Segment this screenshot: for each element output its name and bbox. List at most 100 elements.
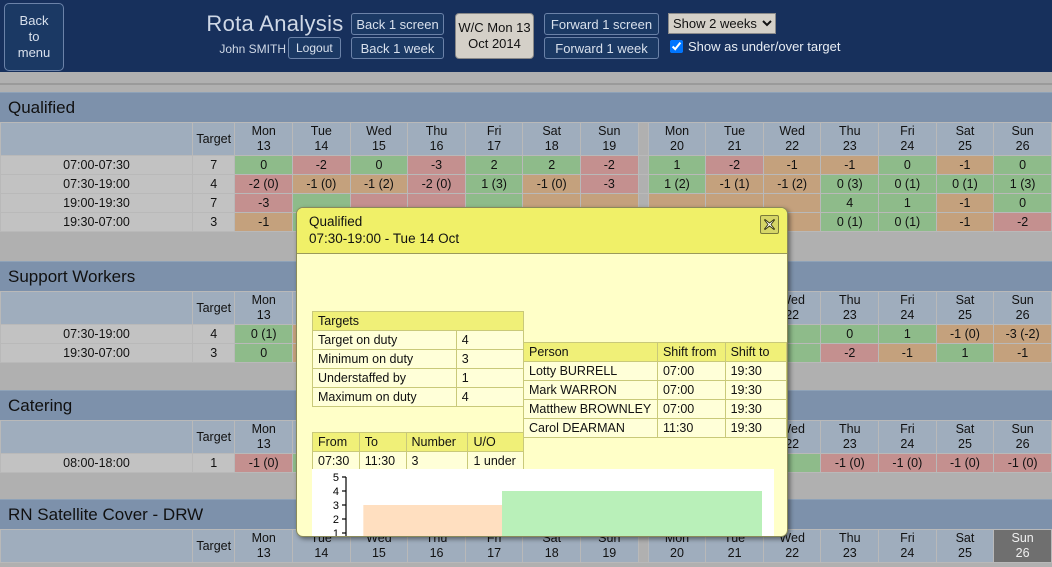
- rota-cell[interactable]: -1: [878, 343, 937, 363]
- rota-cell[interactable]: -1: [762, 155, 822, 175]
- back-1-screen-button[interactable]: Back 1 screen: [351, 13, 444, 35]
- under-over-target-label[interactable]: Show as under/over target: [688, 39, 840, 54]
- day-column-header-sat-25[interactable]: Sat 25: [935, 420, 995, 454]
- rota-cell[interactable]: 1: [647, 155, 707, 175]
- day-column-header-thu-16[interactable]: Thu16: [407, 122, 466, 156]
- rota-cell[interactable]: 0: [993, 193, 1052, 213]
- rota-cell[interactable]: 0: [820, 324, 880, 344]
- day-column-header-thu-23[interactable]: Thu 23: [820, 291, 880, 325]
- rota-cell[interactable]: -3: [234, 193, 294, 213]
- target-value: 3: [191, 343, 236, 363]
- rota-cell[interactable]: 0: [234, 343, 294, 363]
- rota-cell[interactable]: -1 (2): [762, 174, 822, 194]
- rota-cell[interactable]: -1 (0): [935, 324, 995, 344]
- time-range-label: 07:30-19:00: [0, 174, 193, 194]
- rota-cell[interactable]: -1: [820, 155, 880, 175]
- day-column-header-fri-24[interactable]: Fri 24: [878, 529, 937, 563]
- rota-cell[interactable]: 4: [820, 193, 880, 213]
- close-icon[interactable]: [760, 215, 779, 234]
- rota-cell[interactable]: 0 (1): [234, 324, 294, 344]
- under-over-target-toggle[interactable]: Show as under/over target: [670, 39, 840, 54]
- rota-cell[interactable]: 1 (2): [647, 174, 707, 194]
- forward-1-screen-button[interactable]: Forward 1 screen: [544, 13, 659, 35]
- targets-table: Targets Target on duty 4 Minimum on duty 3 Un…: [312, 311, 525, 407]
- rota-cell[interactable]: -2: [292, 155, 351, 175]
- day-column-header-tue-14[interactable]: Tue14: [292, 122, 351, 156]
- time-range-label: 19:30-07:00: [0, 212, 193, 232]
- forward-1-week-button[interactable]: Forward 1 week: [544, 37, 659, 59]
- rota-cell[interactable]: -2 (0): [234, 174, 294, 194]
- day-column-header-mon-13[interactable]: Mon 13: [234, 420, 294, 454]
- rota-cell[interactable]: 0: [993, 155, 1052, 175]
- day-column-header-sat-25[interactable]: Sat 25: [935, 529, 995, 563]
- rota-cell[interactable]: -2: [820, 343, 880, 363]
- rota-cell[interactable]: -2: [993, 212, 1052, 232]
- rota-cell[interactable]: -1 (0): [993, 453, 1052, 473]
- rota-cell[interactable]: -2: [705, 155, 764, 175]
- targets-row: Minimum on duty 3: [312, 349, 525, 369]
- day-column-header-wed-22[interactable]: Wed 22: [762, 122, 822, 156]
- day-column-header-sat-25[interactable]: Sat 25: [935, 291, 995, 325]
- day-column-header-mon-13[interactable]: Mon 13: [234, 291, 294, 325]
- rota-cell[interactable]: -1 (0): [522, 174, 581, 194]
- rota-cell[interactable]: 2: [522, 155, 581, 175]
- rota-cell[interactable]: -1 (2): [349, 174, 409, 194]
- rota-cell[interactable]: -2: [580, 155, 639, 175]
- rota-cell[interactable]: 0: [878, 155, 937, 175]
- rota-cell[interactable]: 0 (1): [820, 212, 880, 232]
- rota-cell[interactable]: -3 (-2): [993, 324, 1052, 344]
- day-column-header-mon-20[interactable]: Mon20: [647, 122, 707, 156]
- rota-cell[interactable]: -1: [935, 155, 995, 175]
- rota-cell[interactable]: -1: [993, 343, 1052, 363]
- day-column-header-thu-23[interactable]: Thu 23: [820, 122, 880, 156]
- rota-cell[interactable]: -1 (0): [234, 453, 294, 473]
- rota-cell[interactable]: -1 (1): [705, 174, 764, 194]
- day-column-header-fri-24[interactable]: Fri 24: [878, 291, 937, 325]
- day-column-header-sun-26[interactable]: Sun 26: [993, 529, 1052, 563]
- day-column-header-sun-19[interactable]: Sun19: [580, 122, 639, 156]
- rota-cell[interactable]: -1 (0): [820, 453, 880, 473]
- rota-cell[interactable]: 1: [878, 324, 937, 344]
- rota-cell[interactable]: -3: [407, 155, 466, 175]
- rota-cell[interactable]: -1: [935, 193, 995, 213]
- back-1-week-button[interactable]: Back 1 week: [351, 37, 444, 59]
- rota-cell[interactable]: -1 (0): [292, 174, 351, 194]
- day-column-header-fri-17[interactable]: Fri17: [464, 122, 524, 156]
- day-column-header-mon-13[interactable]: Mon 13: [234, 122, 294, 156]
- day-column-header-sat-25[interactable]: Sat 25: [935, 122, 995, 156]
- rota-cell[interactable]: -2 (0): [407, 174, 466, 194]
- rota-cell[interactable]: 1: [878, 193, 937, 213]
- day-column-header-wed-15[interactable]: Wed15: [349, 122, 409, 156]
- back-to-menu-button[interactable]: Back to menu: [4, 3, 64, 71]
- rota-cell[interactable]: -1 (0): [935, 453, 995, 473]
- target-metric-label: Target on duty: [312, 330, 457, 350]
- day-column-header-fri-24[interactable]: Fri 24: [878, 122, 937, 156]
- day-column-header-thu-23[interactable]: Thu 23: [820, 420, 880, 454]
- under-over-target-checkbox[interactable]: [670, 40, 683, 53]
- rota-cell[interactable]: -1: [234, 212, 294, 232]
- day-column-header-sun-26[interactable]: Sun 26: [993, 122, 1052, 156]
- rota-cell[interactable]: -1 (0): [878, 453, 937, 473]
- rota-cell[interactable]: 0 (1): [878, 174, 937, 194]
- rota-cell[interactable]: -3: [580, 174, 639, 194]
- day-column-header-sun-26[interactable]: Sun 26: [993, 420, 1052, 454]
- logout-button[interactable]: Logout: [288, 37, 341, 59]
- rota-cell[interactable]: -1: [935, 212, 995, 232]
- rota-cell[interactable]: 1 (3): [993, 174, 1052, 194]
- day-column-header-sat-18[interactable]: Sat18: [522, 122, 581, 156]
- day-column-header-sun-26[interactable]: Sun 26: [993, 291, 1052, 325]
- rota-cell[interactable]: 0 (3): [820, 174, 880, 194]
- rota-cell[interactable]: 1 (3): [464, 174, 524, 194]
- rota-cell[interactable]: 2: [464, 155, 524, 175]
- weeks-to-show-select[interactable]: Show 1 weekShow 2 weeksShow 4 weeks: [668, 13, 776, 34]
- rota-cell[interactable]: 1: [935, 343, 995, 363]
- rota-cell[interactable]: 0: [349, 155, 409, 175]
- day-column-header-mon-13[interactable]: Mon 13: [234, 529, 294, 563]
- day-column-header-thu-23[interactable]: Thu 23: [820, 529, 880, 563]
- rota-cell[interactable]: 0 (1): [935, 174, 995, 194]
- rota-cell[interactable]: 0 (1): [878, 212, 937, 232]
- day-column-header-fri-24[interactable]: Fri 24: [878, 420, 937, 454]
- day-column-header-tue-21[interactable]: Tue21: [705, 122, 764, 156]
- rota-cell[interactable]: 0: [234, 155, 294, 175]
- week-commencing-button[interactable]: W/C Mon 13 Oct 2014: [455, 13, 534, 59]
